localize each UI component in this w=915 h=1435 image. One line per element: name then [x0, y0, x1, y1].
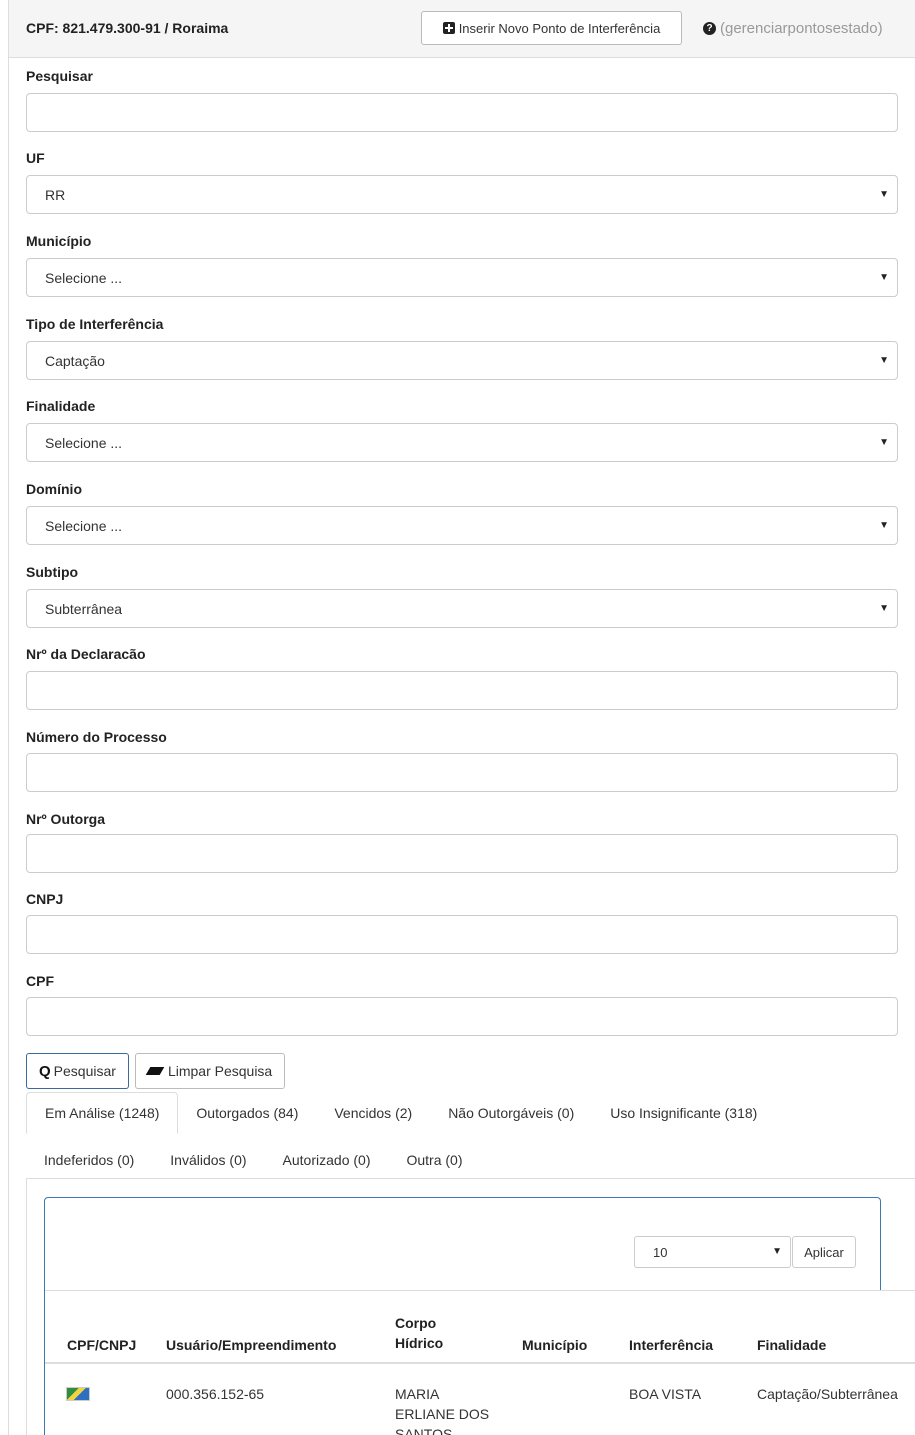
row-corpo-hidrico-line-3: SANTOS — [395, 1426, 453, 1435]
numero-processo-input[interactable] — [26, 753, 898, 792]
caret-down-icon: ▼ — [879, 603, 889, 614]
column-header-municipio[interactable]: Município — [522, 1335, 587, 1355]
search-actions: Q Pesquisar Limpar Pesquisa — [26, 1053, 286, 1089]
finalidade-select[interactable]: Selecione ... ▼ — [26, 423, 898, 462]
tab-autorizado[interactable]: Autorizado (0) — [265, 1139, 389, 1181]
caret-down-icon: ▼ — [879, 355, 889, 366]
caret-down-icon: ▼ — [879, 437, 889, 448]
subtipo-select-value: Subterrânea — [45, 600, 123, 617]
cnpj-label: CNPJ — [26, 891, 64, 907]
search-button[interactable]: Q Pesquisar — [26, 1053, 129, 1089]
numero-processo-label: Número do Processo — [26, 729, 167, 745]
column-header-usuario[interactable]: Usuário/Empreendimento — [166, 1335, 336, 1355]
finalidade-select-value: Selecione ... — [45, 434, 123, 451]
plus-square-icon — [442, 22, 455, 34]
dominio-select[interactable]: Selecione ... ▼ — [26, 506, 898, 545]
search-icon: Q — [39, 1062, 51, 1080]
subtipo-label: Subtipo — [26, 564, 79, 580]
row-interferencia: BOA VISTA — [629, 1386, 702, 1402]
row-finalidade: Captação/Subterrânea — [757, 1386, 898, 1402]
column-header-corpo-hidrico-line-2[interactable]: Hídrico — [395, 1333, 443, 1353]
tipo-interferencia-select[interactable]: Captação ▼ — [26, 341, 898, 380]
tab-em-analise[interactable]: Em Análise (1248) — [26, 1092, 179, 1134]
caret-down-icon: ▼ — [879, 272, 889, 283]
tipo-interferencia-select-value: Captação — [45, 352, 105, 369]
tab-nao-outorgaveis[interactable]: Não Outorgáveis (0) — [430, 1092, 592, 1134]
caret-down-icon: ▼ — [879, 189, 889, 200]
finalidade-label: Finalidade — [26, 398, 96, 414]
column-header-finalidade[interactable]: Finalidade — [757, 1335, 826, 1355]
cpf-label: CPF — [26, 973, 54, 989]
municipio-label: Município — [26, 233, 92, 249]
results-table: CPF/CNPJ Usuário/Empreendimento Corpo Hí… — [45, 1290, 915, 1435]
municipio-select-value: Selecione ... — [45, 269, 123, 286]
cpf-input[interactable] — [26, 997, 898, 1036]
help-link[interactable]: ? (gerenciarpontosestado) — [703, 20, 883, 37]
row-corpo-hidrico-line-1: MARIA — [395, 1386, 440, 1402]
municipio-select[interactable]: Selecione ... ▼ — [26, 258, 898, 297]
page-size-value: 10 — [653, 1244, 668, 1260]
pesquisar-label: Pesquisar — [26, 68, 93, 84]
tipo-interferencia-label: Tipo de Interferência — [26, 316, 164, 332]
column-header-cpf-cnpj[interactable]: CPF/CNPJ — [67, 1335, 136, 1355]
search-button-label: Pesquisar — [53, 1063, 116, 1079]
uf-select[interactable]: RR ▼ — [26, 175, 898, 214]
nr-declaracao-label: Nrº da Declaracão — [26, 646, 146, 662]
tab-vencidos[interactable]: Vencidos (2) — [316, 1092, 430, 1134]
row-usuario: 000.356.152-65 — [166, 1386, 265, 1402]
cnpj-input[interactable] — [26, 915, 898, 954]
clear-search-label: Limpar Pesquisa — [167, 1063, 273, 1079]
panel-header: CPF: 821.479.300-91 / Roraima Inserir No… — [9, 0, 915, 58]
insert-point-label: Inserir Novo Ponto de Interferência — [458, 20, 661, 36]
row-corpo-hidrico-line-2: ERLIANE DOS — [395, 1406, 490, 1422]
nr-outorga-label: Nrº Outorga — [26, 811, 106, 827]
insert-point-button[interactable]: Inserir Novo Ponto de Interferência — [421, 11, 682, 45]
status-tabs-row-2: Indeferidos (0) Inválidos (0) Autorizado… — [26, 1139, 915, 1181]
nr-outorga-input[interactable] — [26, 834, 898, 873]
nr-declaracao-input[interactable] — [26, 671, 898, 710]
state-flag-icon — [66, 1387, 90, 1401]
column-header-interferencia[interactable]: Interferência — [629, 1335, 713, 1355]
tab-indeferidos[interactable]: Indeferidos (0) — [26, 1139, 152, 1181]
eraser-icon — [145, 1067, 165, 1075]
table-header-divider — [45, 1362, 915, 1364]
page-size-select[interactable]: 10 ▼ — [634, 1236, 791, 1268]
page-title: CPF: 821.479.300-91 / Roraima — [26, 20, 229, 36]
caret-down-icon: ▼ — [772, 1246, 782, 1257]
status-tabs-row-1: Em Análise (1248) Outorgados (84) Vencid… — [26, 1092, 915, 1134]
uf-select-value: RR — [45, 186, 66, 203]
caret-down-icon: ▼ — [879, 520, 889, 531]
question-circle-icon: ? — [703, 22, 716, 35]
help-text: (gerenciarpontosestado) — [720, 20, 883, 37]
tab-outorgados[interactable]: Outorgados (84) — [178, 1092, 316, 1134]
subtipo-select[interactable]: Subterrânea ▼ — [26, 589, 898, 628]
pesquisar-input[interactable] — [26, 93, 898, 132]
dominio-label: Domínio — [26, 481, 82, 497]
uf-label: UF — [26, 150, 45, 166]
column-header-corpo-hidrico-line-1[interactable]: Corpo — [395, 1313, 436, 1333]
page: CPF: 821.479.300-91 / Roraima Inserir No… — [8, 0, 915, 1435]
tab-uso-insignificante[interactable]: Uso Insignificante (318) — [592, 1092, 775, 1134]
apply-page-size-button[interactable]: Aplicar — [792, 1236, 856, 1268]
dominio-select-value: Selecione ... — [45, 517, 123, 534]
tab-outra[interactable]: Outra (0) — [388, 1139, 480, 1181]
clear-search-button[interactable]: Limpar Pesquisa — [134, 1053, 286, 1089]
tab-invalidos[interactable]: Inválidos (0) — [152, 1139, 264, 1181]
